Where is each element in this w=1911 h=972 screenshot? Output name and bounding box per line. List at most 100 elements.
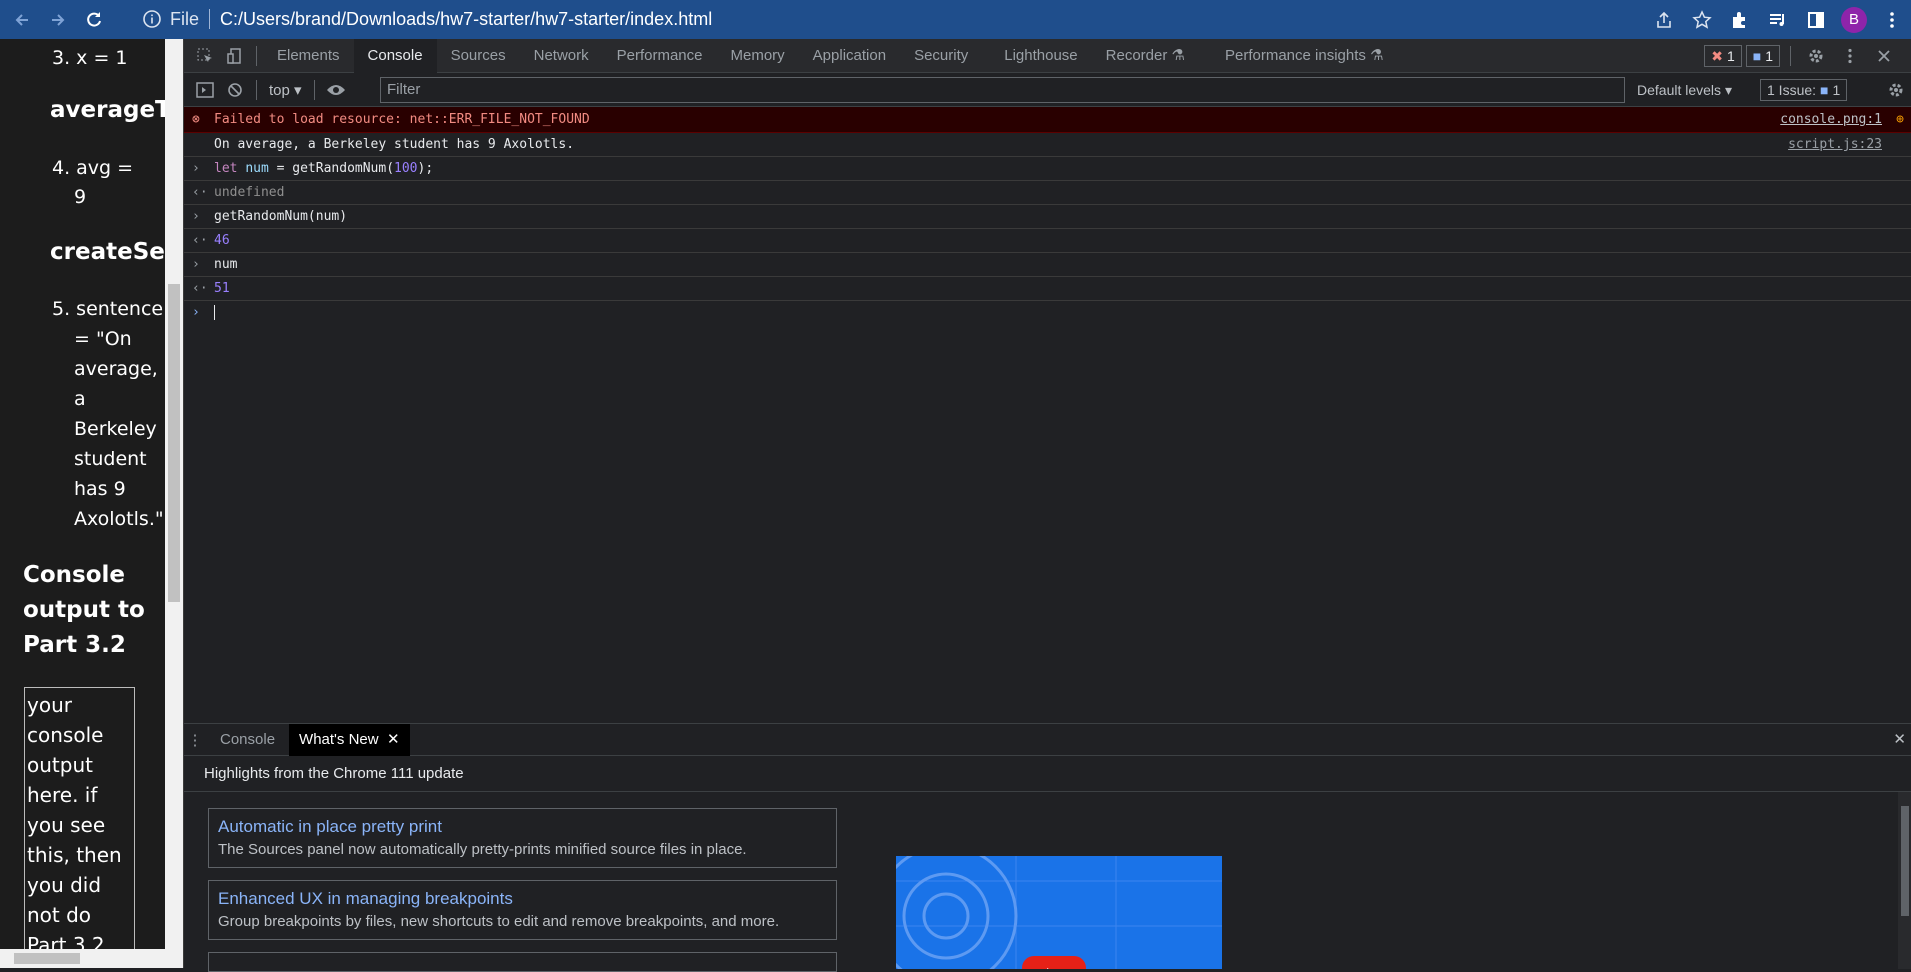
drawer-tab-whats-new[interactable]: What's New ✕: [289, 723, 410, 756]
close-devtools-button[interactable]: [1869, 41, 1899, 71]
dropdown-arrow-icon: ▾: [294, 81, 302, 99]
reload-icon: [87, 11, 101, 27]
card-title[interactable]: Automatic in place pretty print: [218, 815, 827, 839]
drawer-tab-console[interactable]: Console: [210, 724, 285, 756]
back-button[interactable]: [8, 6, 36, 34]
chevron-right-icon: ›: [192, 257, 200, 272]
page-horizontal-scrollbar[interactable]: [0, 949, 183, 968]
tab-console[interactable]: Console: [353, 38, 437, 73]
context-selector-value: top: [269, 81, 290, 99]
arrow-right-icon: [52, 13, 65, 26]
puzzle-icon: [1733, 11, 1745, 28]
drawer-menu-icon[interactable]: ⋮: [184, 731, 206, 749]
code-text: = getRandomNum(: [268, 161, 395, 176]
close-drawer-button[interactable]: ✕: [1893, 724, 1906, 756]
network-icon[interactable]: ⊕: [1896, 107, 1904, 133]
image-alt-line: you did: [27, 873, 102, 897]
image-alt-line: here. if: [27, 783, 98, 807]
code-variable: num: [245, 161, 269, 176]
console-output-row: ‹· 51: [184, 277, 1911, 301]
flask-icon: ⚗: [1370, 46, 1384, 64]
section-heading: Console output to Part 3.2: [23, 558, 145, 663]
live-expression-button[interactable]: [321, 75, 351, 105]
issues-button[interactable]: 1 Issue: ■ 1: [1760, 79, 1848, 101]
address-bar[interactable]: File C:/Users/brand/Downloads/hw7-starte…: [130, 4, 1720, 34]
chevron-right-icon: ›: [192, 161, 200, 176]
page-text-line: 5. sentence: [52, 298, 164, 320]
web-page-viewport: 3. x = 1 averageT 4. avg = 9 createSen 5…: [0, 39, 165, 968]
sidebar-icon: [196, 81, 214, 98]
more-vertical-icon: [1848, 48, 1852, 64]
tab-security[interactable]: Security: [900, 39, 982, 73]
context-selector[interactable]: top ▾: [263, 81, 308, 99]
devtools-menu-button[interactable]: [1835, 41, 1865, 71]
whats-new-card[interactable]: [208, 952, 837, 972]
device-toolbar-button[interactable]: [220, 41, 250, 71]
page-vertical-scrollbar[interactable]: [165, 39, 183, 949]
devtools-drawer: ⋮ Console What's New ✕ ✕ Highlights from…: [184, 723, 1911, 972]
console-settings-button[interactable]: [1881, 75, 1911, 105]
inspect-element-button[interactable]: [190, 41, 220, 71]
flask-icon: ⚗: [1171, 46, 1185, 64]
settings-button[interactable]: [1801, 41, 1831, 71]
log-source-link[interactable]: script.js:23: [1788, 133, 1882, 157]
console-input-row: › num: [184, 253, 1911, 277]
info-icon[interactable]: [142, 9, 162, 29]
code-keyword: let: [214, 161, 238, 176]
clear-console-button[interactable]: [220, 75, 250, 105]
console-prompt[interactable]: ›: [184, 301, 1911, 325]
youtube-play-icon[interactable]: [1022, 956, 1086, 969]
tab-elements[interactable]: Elements: [263, 39, 354, 73]
console-output-row: ‹· 46: [184, 229, 1911, 253]
console-messages: ⊗ Failed to load resource: net::ERR_FILE…: [184, 107, 1911, 325]
page-content: 3. x = 1 averageT 4. avg = 9 createSen 5…: [0, 39, 165, 968]
error-source-link[interactable]: console.png:1: [1780, 107, 1882, 133]
error-count-badge[interactable]: ✖ 1: [1704, 45, 1742, 67]
tab-network[interactable]: Network: [520, 39, 603, 73]
scrollbar-thumb[interactable]: [1901, 806, 1909, 916]
url-text[interactable]: C:/Users/brand/Downloads/hw7-starter/hw7…: [220, 9, 712, 30]
log-levels-dropdown[interactable]: Default levels ▾: [1637, 73, 1732, 107]
profile-button[interactable]: B: [1835, 1, 1873, 39]
page-text-line: = "On: [74, 328, 132, 350]
card-title[interactable]: Enhanced UX in managing breakpoints: [218, 887, 827, 911]
card-description: Group breakpoints by files, new shortcut…: [218, 913, 780, 930]
tab-recorder[interactable]: Recorder ⚗: [1092, 39, 1199, 73]
message-count-badge[interactable]: ■ 1: [1745, 45, 1780, 67]
tab-performance-insights[interactable]: Performance insights ⚗: [1211, 39, 1398, 73]
image-alt-line: output: [27, 753, 93, 777]
close-icon[interactable]: ✕: [387, 731, 400, 748]
filter-input[interactable]: Filter: [380, 77, 1625, 103]
show-sidebar-button[interactable]: [190, 75, 220, 105]
image-alt-line: your: [27, 693, 72, 717]
eye-icon: [326, 84, 345, 95]
browser-menu-button[interactable]: [1873, 1, 1911, 39]
drawer-scrollbar[interactable]: [1898, 792, 1911, 969]
log-levels-label: Default levels: [1637, 82, 1722, 98]
output-value: undefined: [214, 185, 285, 200]
tab-memory[interactable]: Memory: [717, 39, 799, 73]
reload-button[interactable]: [80, 6, 108, 34]
bookmark-button[interactable]: [1683, 1, 1721, 39]
image-alt-line: you see: [27, 813, 106, 837]
tab-performance[interactable]: Performance: [603, 39, 717, 73]
error-message: Failed to load resource: net::ERR_FILE_N…: [214, 112, 590, 127]
forward-button[interactable]: [44, 6, 72, 34]
scrollbar-thumb[interactable]: [168, 284, 180, 602]
toolbar-divider: [1790, 46, 1791, 66]
whats-new-card[interactable]: Enhanced UX in managing breakpoints Grou…: [208, 880, 837, 940]
whats-new-video-thumbnail[interactable]: new: [896, 856, 1222, 969]
tab-sources[interactable]: Sources: [437, 39, 520, 73]
side-panel-button[interactable]: [1797, 1, 1835, 39]
playlist-icon: [1770, 13, 1784, 26]
share-icon: [1657, 11, 1671, 28]
url-separator: [209, 9, 211, 29]
extensions-button[interactable]: [1721, 1, 1759, 39]
whats-new-card[interactable]: Automatic in place pretty print The Sour…: [208, 808, 837, 868]
output-value: 46: [214, 233, 230, 248]
share-button[interactable]: [1645, 1, 1683, 39]
scrollbar-thumb[interactable]: [14, 953, 80, 964]
tab-application[interactable]: Application: [799, 39, 900, 73]
media-button[interactable]: [1759, 1, 1797, 39]
tab-lighthouse[interactable]: Lighthouse: [990, 39, 1091, 73]
